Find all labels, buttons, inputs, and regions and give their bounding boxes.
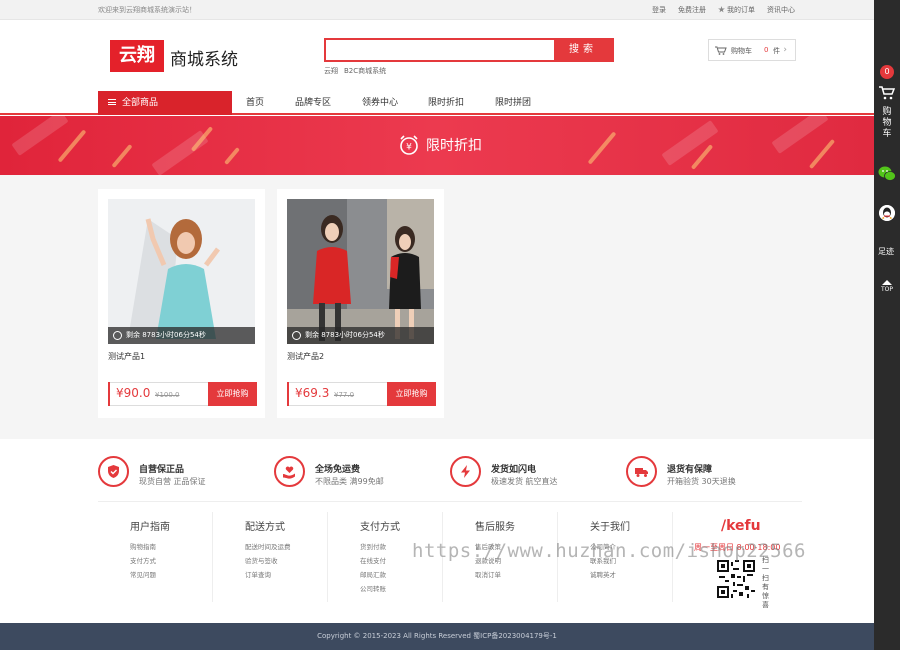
product-card[interactable]: 剩余 8783小时06分54秒 测试产品1 ¥90.0 ¥100.0 立即抢购 xyxy=(98,189,265,418)
lightning-icon xyxy=(461,465,470,478)
footer-column: 用户指南 购物指南 支付方式 常见问题 xyxy=(98,512,213,602)
service-guarantees: 自营保正品 现货自营 正品保证 全场免运费 不限品类 满99免邮 发货如闪电 极… xyxy=(98,452,802,502)
main-nav: 全部商品 首页 品牌专区 领券中心 限时折扣 限时拼团 xyxy=(0,91,874,115)
search-button[interactable]: 搜索 xyxy=(554,40,612,60)
cart-icon xyxy=(715,46,727,55)
nav-item-home[interactable]: 首页 xyxy=(246,91,264,115)
footer-link[interactable]: 订单查询 xyxy=(245,569,271,579)
product-name[interactable]: 测试产品2 xyxy=(287,351,324,362)
register-link[interactable]: 免费注册 xyxy=(678,5,706,15)
buy-now-button[interactable]: 立即抢购 xyxy=(208,382,257,406)
welcome-text: 欢迎来到云翔商城系统演示站！ xyxy=(98,6,196,14)
product-old-price: ¥77.0 xyxy=(334,391,355,399)
service-item: 自营保正品 现货自营 正品保证 xyxy=(98,456,268,492)
footer-link[interactable]: 在线支付 xyxy=(360,555,386,565)
logo-mark[interactable]: 云翔 xyxy=(110,40,164,72)
nav-item-coupons[interactable]: 领券中心 xyxy=(362,91,398,115)
back-to-top-button[interactable]: TOP xyxy=(879,280,895,294)
price-row: ¥69.3 ¥77.0 立即抢购 xyxy=(287,382,436,406)
product-price: ¥69.3 xyxy=(295,386,330,400)
footer-link[interactable]: 支付方式 xyxy=(130,555,156,565)
truck-icon xyxy=(635,468,648,477)
clock-icon xyxy=(113,331,122,340)
arrow-up-icon xyxy=(882,280,892,285)
footer-link[interactable]: 公司转账 xyxy=(360,583,386,593)
footer-column: 配送方式 配送时间及运费 验货与签收 订单查询 xyxy=(213,512,328,602)
footer-link[interactable]: 诚聘英才 xyxy=(590,569,616,579)
nav-item-discount[interactable]: 限时折扣 xyxy=(428,91,464,115)
news-link[interactable]: 资讯中心 xyxy=(767,5,795,15)
banner-title: ¥ 限时折扣 xyxy=(398,134,482,156)
cart-unit: 件 xyxy=(773,47,780,55)
right-dock: 0 购物车 足迹 TOP xyxy=(874,0,900,650)
cart-badge: 0 xyxy=(880,65,894,79)
nav-item-group-buy[interactable]: 限时拼团 xyxy=(495,91,531,115)
qq-icon[interactable] xyxy=(879,205,895,221)
price-row: ¥90.0 ¥100.0 立即抢购 xyxy=(108,382,257,406)
footer-link[interactable]: 常见问题 xyxy=(130,569,156,579)
dock-history[interactable]: 足迹 xyxy=(878,246,894,257)
footer-link[interactable]: 邮局汇款 xyxy=(360,569,386,579)
countdown-timer: 剩余 8783小时06分54秒 xyxy=(287,327,434,344)
all-categories-button[interactable]: 全部商品 xyxy=(98,91,232,115)
countdown-timer: 剩余 8783小时06分54秒 xyxy=(108,327,255,344)
qr-caption: 扫一扫有惊喜 xyxy=(762,556,769,609)
top-bar: 欢迎来到云翔商城系统演示站！ 登录 免费注册 我的订单 资讯中心 xyxy=(0,0,874,20)
cart-label: 购物车 xyxy=(731,47,752,55)
service-item: 退货有保障 开箱验货 30天退换 xyxy=(626,456,796,492)
footer-link[interactable]: 购物指南 xyxy=(130,541,156,551)
search-box: 搜索 xyxy=(324,38,614,62)
search-input[interactable] xyxy=(326,40,556,60)
nav-item-brands[interactable]: 品牌专区 xyxy=(295,91,331,115)
wechat-icon[interactable] xyxy=(878,166,896,182)
star-icon xyxy=(718,6,725,13)
kefu-title: /kefu xyxy=(721,518,761,534)
hand-heart-icon xyxy=(283,466,295,479)
product-name[interactable]: 测试产品1 xyxy=(108,351,145,362)
footer-link[interactable]: 验货与签收 xyxy=(245,555,278,565)
footer-link[interactable]: 配送时间及运费 xyxy=(245,541,291,551)
product-image[interactable] xyxy=(287,199,434,344)
my-orders-link[interactable]: 我的订单 xyxy=(718,5,755,15)
discount-banner: ¥ 限时折扣 xyxy=(0,116,874,175)
product-price: ¥90.0 xyxy=(116,386,151,400)
product-old-price: ¥100.0 xyxy=(155,391,180,399)
svg-text:¥: ¥ xyxy=(406,143,412,153)
alarm-clock-icon: ¥ xyxy=(400,135,418,155)
cart-count: 0 xyxy=(764,46,769,54)
footer-link[interactable]: 货到付款 xyxy=(360,541,386,551)
hot-word[interactable]: B2C商城系统 xyxy=(344,66,386,76)
product-image[interactable] xyxy=(108,199,255,344)
watermark: https://www.huzhan.com/ishop22566 xyxy=(412,540,806,562)
dock-cart-label[interactable]: 购物车 xyxy=(882,107,892,140)
page: 欢迎来到云翔商城系统演示站！ 登录 免费注册 我的订单 资讯中心 云翔 商城系统… xyxy=(0,0,874,650)
header-cart[interactable]: 购物车 0 件 › xyxy=(708,39,796,61)
footer-link[interactable]: 取消订单 xyxy=(475,569,501,579)
top-links: 登录 免费注册 我的订单 资讯中心 xyxy=(640,5,795,15)
copyright: Copyright © 2015-2023 All Rights Reserve… xyxy=(0,623,874,650)
clock-icon xyxy=(292,331,301,340)
hot-word[interactable]: 云翔 xyxy=(324,66,338,76)
service-item: 发货如闪电 极速发货 航空直达 xyxy=(450,456,620,492)
qr-code-icon xyxy=(717,560,755,598)
logo-text[interactable]: 商城系统 xyxy=(170,45,238,70)
login-link[interactable]: 登录 xyxy=(652,5,666,15)
buy-now-button[interactable]: 立即抢购 xyxy=(387,382,436,406)
product-card[interactable]: 剩余 8783小时06分54秒 测试产品2 ¥69.3 ¥77.0 立即抢购 xyxy=(277,189,444,418)
chevron-right-icon: › xyxy=(783,45,787,55)
cart-icon[interactable] xyxy=(879,86,895,100)
hot-words: 云翔 B2C商城系统 xyxy=(324,66,392,76)
menu-icon xyxy=(108,99,116,105)
shield-check-icon xyxy=(108,465,119,478)
service-item: 全场免运费 不限品类 满99免邮 xyxy=(274,456,444,492)
